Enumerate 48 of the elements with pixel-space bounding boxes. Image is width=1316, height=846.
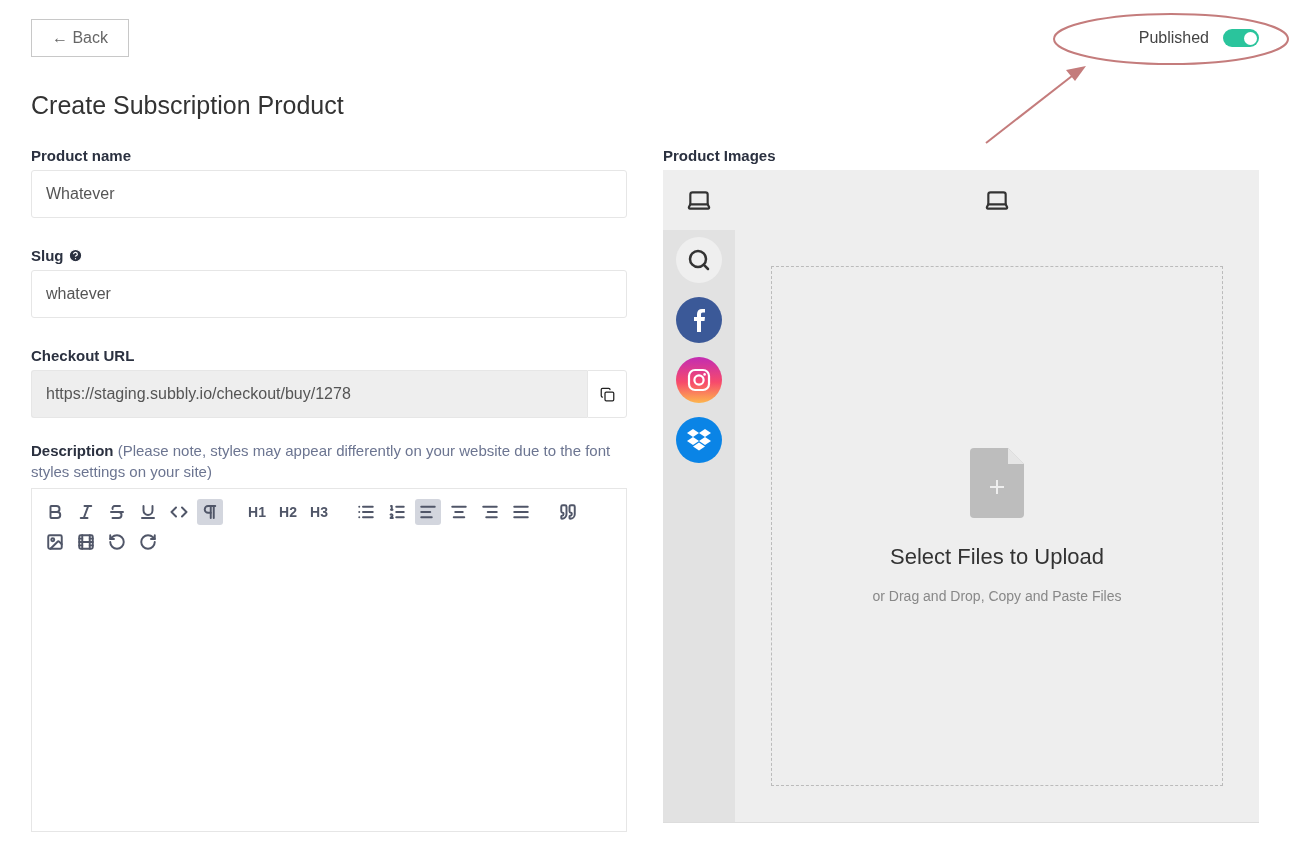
published-label: Published (1138, 29, 1209, 47)
upload-hint: or Drag and Drop, Copy and Paste Files (872, 588, 1122, 604)
heading-button[interactable]: H2 (275, 499, 301, 525)
dropbox-icon (686, 428, 712, 452)
italic-icon (77, 503, 95, 521)
rich-text-editor[interactable]: H1 H2 H3 (31, 488, 627, 832)
drop-zone[interactable]: Select Files to Upload or Drag and Drop, Copy and Paste Files (771, 266, 1223, 786)
upload-title: Select Files to Upload (890, 544, 1104, 570)
field-label: Product name (31, 146, 132, 164)
instagram-icon (687, 368, 711, 392)
back-button[interactable]: ← Back (31, 19, 129, 57)
facebook-source-button[interactable] (676, 297, 722, 343)
strike-icon (108, 503, 126, 521)
field-label: Checkout URL (31, 346, 135, 364)
published-toggle[interactable] (1223, 29, 1259, 47)
instagram-source-button[interactable] (676, 357, 722, 403)
align-left-button[interactable] (415, 499, 441, 525)
image-icon (46, 533, 64, 551)
justify-icon (512, 503, 530, 521)
input-field[interactable]: whatever (31, 270, 627, 318)
align-center-icon (450, 503, 468, 521)
page-title: Create Subscription Product (31, 91, 345, 120)
heading-button[interactable]: H1 (244, 499, 270, 525)
file-add-icon (970, 448, 1024, 518)
search-icon (687, 248, 711, 272)
bullets-icon (357, 503, 375, 521)
dropbox-source-button[interactable] (676, 417, 722, 463)
align-right-icon (481, 503, 499, 521)
quote-icon (559, 503, 577, 521)
copy-button[interactable] (587, 370, 627, 418)
redo-icon (139, 533, 157, 551)
field-label: Product Images (663, 146, 776, 164)
video-icon (77, 533, 95, 551)
paragraph-button[interactable] (197, 499, 223, 525)
facebook-icon (692, 308, 706, 332)
numbers-icon (388, 503, 406, 521)
description-label: Description (Please note, styles may appear differently on your website due to the font styles settings on your site) (31, 441, 612, 482)
copy-icon (599, 386, 615, 402)
readonly-field[interactable]: https://staging.subbly.io/checkout/buy/1278 (31, 370, 587, 418)
search-source-button[interactable] (676, 237, 722, 283)
undo-icon (108, 533, 126, 551)
align-left-icon (419, 503, 437, 521)
help-icon[interactable] (67, 247, 83, 263)
input-field[interactable]: Whatever (31, 170, 627, 218)
field-label: Slug (31, 246, 64, 264)
heading-button[interactable]: H3 (306, 499, 332, 525)
underline-icon (139, 503, 157, 521)
paragraph-icon (201, 503, 219, 521)
